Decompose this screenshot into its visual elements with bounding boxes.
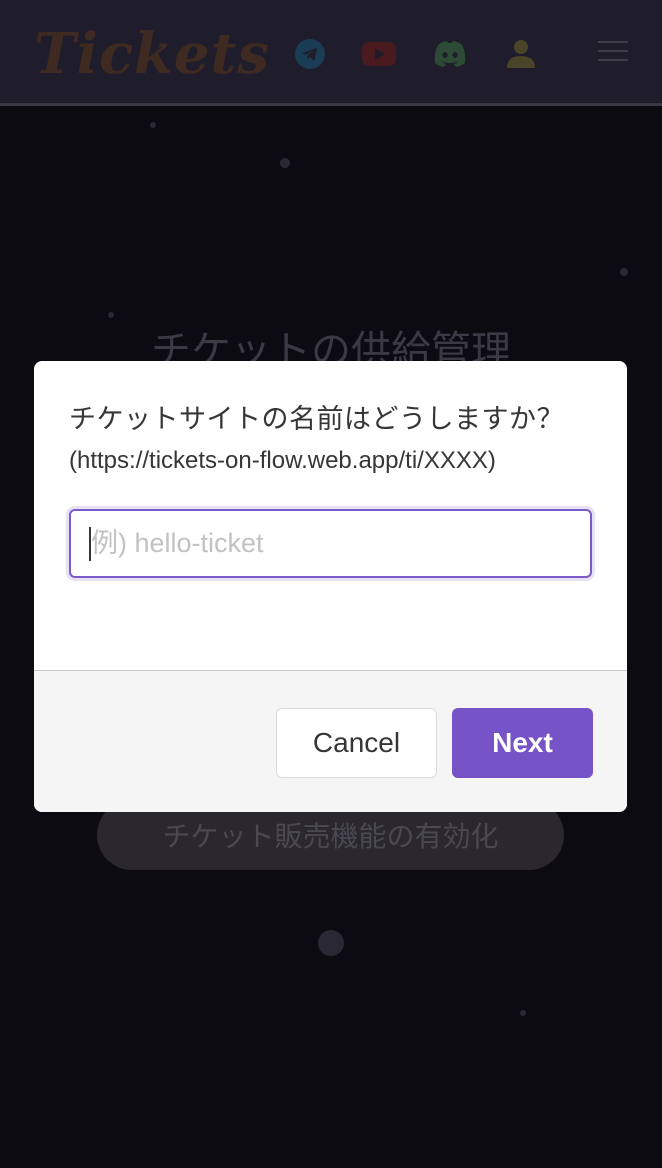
navbar: Tickets bbox=[0, 0, 662, 106]
modal-footer: Cancel Next bbox=[34, 670, 627, 812]
modal-body: チケットサイトの名前はどうしますか？ (https://tickets-on-f… bbox=[34, 361, 627, 670]
background-dot bbox=[318, 930, 344, 956]
background-dot bbox=[520, 1010, 526, 1016]
background-dot bbox=[150, 122, 156, 128]
menu-icon[interactable] bbox=[595, 36, 631, 66]
site-name-modal: チケットサイトの名前はどうしますか？ (https://tickets-on-f… bbox=[34, 361, 627, 812]
app-page: Tickets チケットの供給管理 チケット販売機能の有効化 チケットサイトの名… bbox=[0, 0, 662, 1168]
cancel-button[interactable]: Cancel bbox=[276, 708, 437, 778]
site-name-input[interactable] bbox=[69, 509, 592, 578]
next-button[interactable]: Next bbox=[452, 708, 593, 778]
background-dot bbox=[280, 158, 290, 168]
background-dot bbox=[620, 268, 628, 276]
text-caret bbox=[89, 527, 91, 561]
brand-logo[interactable]: Tickets bbox=[34, 18, 270, 90]
modal-title: チケットサイトの名前はどうしますか？ bbox=[69, 404, 564, 435]
telegram-icon[interactable] bbox=[292, 36, 328, 72]
discord-icon[interactable] bbox=[432, 36, 468, 72]
user-icon[interactable] bbox=[503, 36, 539, 72]
url-hint: (https://tickets-on-flow.web.app/ti/XXXX… bbox=[69, 447, 496, 474]
youtube-icon[interactable] bbox=[361, 36, 397, 72]
